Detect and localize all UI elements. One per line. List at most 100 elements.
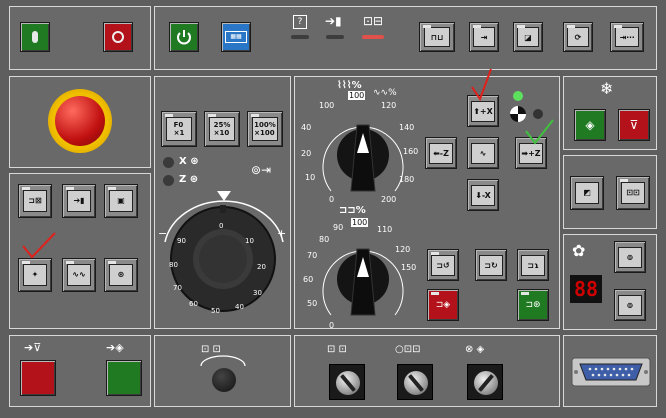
mode-button-3[interactable]: ▣: [104, 184, 138, 218]
coolant-off-button[interactable]: ⊽: [618, 109, 650, 141]
handwheel-tick-30: 30: [253, 289, 262, 297]
mdi-icon: ▣: [108, 189, 134, 213]
help-icon: ?: [293, 15, 307, 29]
cycle-stop-button[interactable]: [20, 360, 56, 396]
handwheel-mode-icon: ∿∿: [66, 263, 92, 287]
jog-step-x100-label: 100% ×100: [251, 117, 279, 141]
keyboard-button[interactable]: ▦▦: [221, 22, 251, 52]
coolant-panel: ❄ ◈ ⊽: [563, 76, 657, 150]
emergency-stop-panel: [9, 76, 151, 168]
jog-minus-x-button[interactable]: ⬇ -X: [467, 179, 499, 211]
tool-number-display: 88: [570, 275, 602, 303]
aux-button-1[interactable]: ◩: [570, 176, 604, 210]
power-button[interactable]: [169, 22, 199, 52]
key-switch-2[interactable]: [397, 364, 433, 400]
auxiliary-panel: ◩ ⊡⊡: [563, 155, 657, 229]
coolant-on-button[interactable]: ◈: [574, 109, 606, 141]
serial-port-panel: [563, 335, 657, 407]
spindle-tick-50: 50: [307, 299, 318, 308]
cycle-icon: ⟳: [567, 27, 589, 47]
axis-z-indicator: [163, 175, 174, 186]
stop-small-button[interactable]: [103, 22, 133, 52]
home-icon: ✦: [22, 263, 48, 287]
toolbar-button-2[interactable]: ⇥: [469, 22, 499, 52]
coolant-off-icon: ⊽: [629, 118, 639, 132]
jog-minus-z-label: ⬅ -Z: [429, 142, 453, 164]
key-switch-2-icon: ○⊡⊡: [395, 344, 421, 355]
tool-path-icon: ⊓⊔: [423, 27, 451, 47]
mode-button-2[interactable]: ➔▮: [62, 184, 96, 218]
reference-icon: ⊐⊠: [22, 189, 48, 213]
tool-panel: ✿ 88 ⊚ ⊚: [563, 234, 657, 330]
handwheel-tick-0: 0: [219, 222, 224, 230]
cycle-panel: ➔⊽ ➔◈: [9, 335, 151, 407]
spindle-tick-70: 70: [307, 251, 318, 260]
toolbar-button-5[interactable]: ⇥⋯: [610, 22, 644, 52]
power-icon: [177, 30, 191, 45]
help-indicator: [291, 35, 309, 39]
emergency-stop-cap: [55, 96, 105, 146]
top-left-panel: [9, 6, 151, 70]
spindle-mode-arc: [200, 355, 246, 367]
feed-tick-40: 40: [301, 123, 312, 132]
tool-index-next-button[interactable]: ⊚: [614, 241, 646, 273]
jog-rapid-button[interactable]: ∿: [467, 137, 499, 169]
spindle-tick-60: 60: [303, 275, 314, 284]
jog-step-x100-button[interactable]: 100% ×100: [247, 111, 283, 147]
mode-button-6[interactable]: ⊛: [104, 258, 138, 292]
spindle-mode-knob[interactable]: [212, 368, 236, 392]
axis-x-indicator: [163, 157, 174, 168]
mirror-icon: ◩: [574, 181, 600, 205]
coolant-indicator-icon: ⊡⊟: [363, 14, 384, 28]
jog-step-x10-button[interactable]: 25% ×10: [204, 111, 240, 147]
red-check-annotation: [22, 232, 56, 259]
key-switch-3[interactable]: [467, 364, 503, 400]
feed-hold-icon: ➔▮: [325, 14, 342, 28]
stop-indicator-icon: [112, 31, 124, 43]
handwheel-tick-70: 70: [173, 284, 182, 292]
toolbar-button-3[interactable]: ◪: [513, 22, 543, 52]
spindle-ccw-icon: ⊐↺: [431, 254, 455, 276]
left-mode-panel: ⊐⊠ ➔▮ ▣ ✦ ∿∿ ⊛: [9, 173, 151, 329]
jog-step-x1-button[interactable]: F0 ×1: [161, 111, 197, 147]
jog-minus-x-label: ⬇ -X: [471, 184, 495, 206]
feed-tick-20: 20: [301, 149, 312, 158]
handwheel-tick-20: 20: [257, 263, 266, 271]
skip-block-icon: ⇥⋯: [614, 27, 640, 47]
handwheel-tick-10: 10: [245, 237, 254, 245]
spindle-cw-button[interactable]: ⊐↻: [475, 249, 507, 281]
reference-ok-led: [513, 91, 523, 101]
tool-index-prev-button[interactable]: ⊚: [614, 289, 646, 321]
axis-z-label: Z ⊛: [179, 174, 199, 185]
emergency-stop-button[interactable]: [48, 89, 112, 153]
alarm-indicator: [362, 35, 384, 39]
handwheel-enable-icon: ⊚⇥: [251, 163, 272, 177]
start-indicator-icon: [32, 31, 38, 43]
jog-minus-z-button[interactable]: ⬅ -Z: [425, 137, 457, 169]
coolant-snowflake-icon: ❄: [600, 79, 614, 98]
start-small-button[interactable]: [20, 22, 50, 52]
mode-button-4[interactable]: ✦: [18, 258, 52, 292]
toolbar-button-4[interactable]: ⟳: [563, 22, 593, 52]
auto-mode-icon: ⊛: [108, 263, 134, 287]
spindle-override-dial[interactable]: [317, 227, 409, 327]
dry-run-icon: ⊡⊡: [620, 181, 646, 205]
mode-button-1[interactable]: ⊐⊠: [18, 184, 52, 218]
feed-override-dial[interactable]: [317, 103, 409, 203]
feed-override-label: ⌇⌇⌇%: [337, 80, 362, 91]
tool-turret-icon: ✿: [572, 241, 586, 260]
spindle-ccw-button[interactable]: ⊐↺: [427, 249, 459, 281]
toolbar-button-1[interactable]: ⊓⊔: [419, 22, 455, 52]
key-switch-1-icon: ⊡ ⊡: [327, 344, 347, 355]
key-switch-1[interactable]: [329, 364, 365, 400]
spindle-stop-button[interactable]: ⊐◈: [427, 289, 459, 321]
handwheel-tick-60: 60: [189, 300, 198, 308]
mode-button-5[interactable]: ∿∿: [62, 258, 96, 292]
axis-x-label: X ⊛: [179, 156, 199, 167]
aux-button-2[interactable]: ⊡⊡: [616, 176, 650, 210]
cycle-start-button[interactable]: [106, 360, 142, 396]
spindle-jog-button[interactable]: ⊐ɿ: [517, 249, 549, 281]
handwheel-tick-40: 40: [235, 303, 244, 311]
spindle-start-button[interactable]: ⊐⊛: [517, 289, 549, 321]
spindle-stop-icon: ⊐◈: [435, 300, 451, 310]
